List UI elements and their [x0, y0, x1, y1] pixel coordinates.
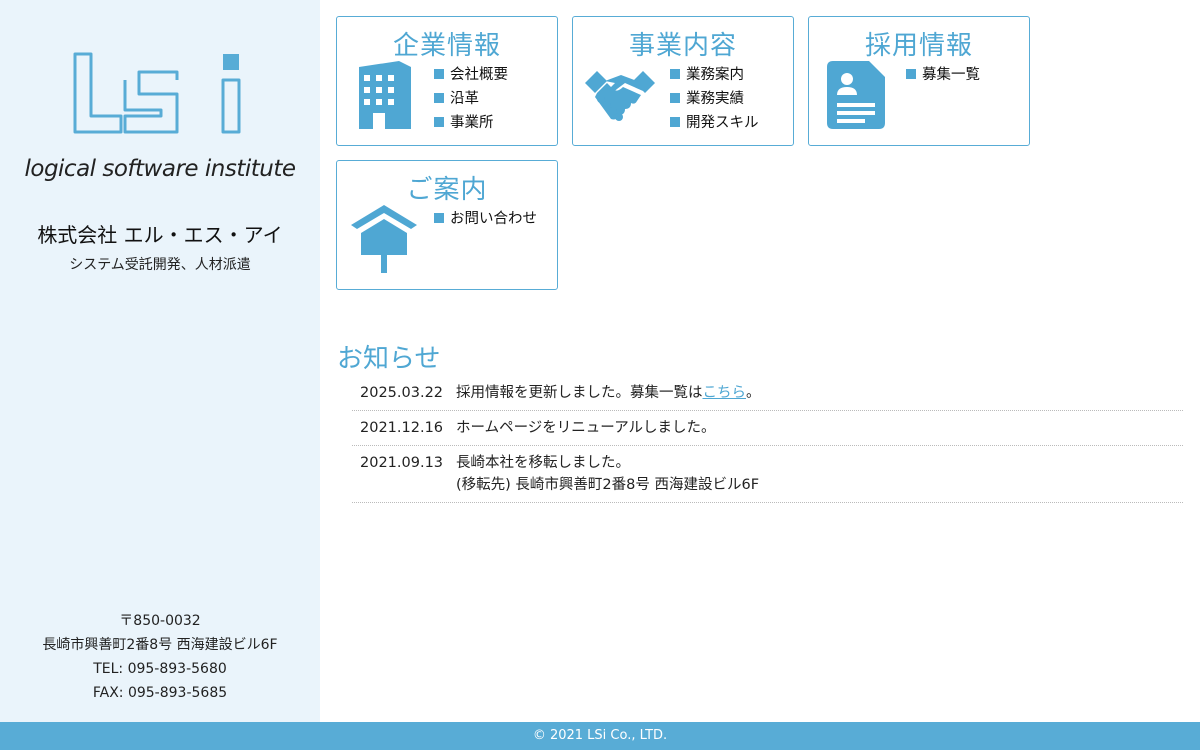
company-name: 株式会社 エル・エス・アイ [37, 223, 283, 247]
link-contact[interactable]: お問い合わせ [434, 207, 537, 231]
card-recruitment[interactable]: 採用情報 募集一覧 [808, 16, 1030, 146]
news-item: 2021.12.16 ホームページをリニューアルしました。 [352, 411, 1183, 446]
news-date: 2025.03.22 [360, 385, 444, 401]
building-icon [359, 61, 411, 129]
link-company-overview[interactable]: 会社概要 [434, 63, 508, 87]
link-history[interactable]: 沿革 [434, 87, 508, 111]
bullet-square-icon [670, 117, 680, 127]
bullet-square-icon [670, 69, 680, 79]
company-subtitle: システム受託開発、人材派遣 [69, 257, 251, 273]
link-job-openings[interactable]: 募集一覧 [906, 63, 980, 87]
card-guide[interactable]: ご案内 お問い合わせ [336, 160, 558, 290]
news-link-here[interactable]: こちら [703, 385, 747, 401]
news-date: 2021.12.16 [360, 420, 444, 436]
bullet-square-icon [434, 213, 444, 223]
news-date: 2021.09.13 [360, 455, 444, 471]
bullet-square-icon [434, 93, 444, 103]
link-achievements[interactable]: 業務実績 [670, 87, 759, 111]
news-item: 2021.09.13 長崎本社を移転しました。 (移転先) 長崎市興善町2番8号… [352, 446, 1183, 503]
signboard-icon [351, 205, 417, 273]
news-text: ホームページをリニューアルしました。 [456, 420, 716, 436]
bullet-square-icon [670, 93, 680, 103]
card-links: お問い合わせ [434, 207, 537, 231]
tel-number: TEL: 095-893-5680 [93, 661, 227, 677]
card-links: 会社概要 沿革 事業所 [434, 63, 508, 135]
news-text-line: (移転先) 長崎市興善町2番8号 西海建設ビル6F [456, 477, 760, 493]
bullet-square-icon [906, 69, 916, 79]
street-address: 長崎市興善町2番8号 西海建設ビル6F [42, 637, 278, 653]
document-icon [827, 61, 885, 129]
link-dev-skills[interactable]: 開発スキル [670, 111, 759, 135]
link-services[interactable]: 業務案内 [670, 63, 759, 87]
card-title[interactable]: 採用情報 [809, 25, 1029, 62]
fax-number: FAX: 095-893-5685 [92, 685, 228, 701]
bullet-square-icon [434, 117, 444, 127]
card-title[interactable]: 事業内容 [573, 25, 793, 62]
card-business[interactable]: 事業内容 業務案内 業務実績 開発スキル [572, 16, 794, 146]
tagline: logical software institute [24, 156, 296, 182]
postal-code: 〒850-0032 [119, 613, 201, 629]
card-company-info[interactable]: 企業情報 会社概要 沿革 事業所 [336, 16, 558, 146]
bullet-square-icon [434, 69, 444, 79]
copyright-text: © 2021 LSi Co., LTD. [532, 728, 668, 743]
card-links: 業務案内 業務実績 開発スキル [670, 63, 759, 135]
news-item: 2025.03.22 採用情報を更新しました。募集一覧はこちら。 [352, 376, 1183, 411]
news-text: 長崎本社を移転しました。 (移転先) 長崎市興善町2番8号 西海建設ビル6F [456, 452, 759, 496]
news-text: 採用情報を更新しました。募集一覧はこちら。 [456, 385, 761, 401]
link-offices[interactable]: 事業所 [434, 111, 508, 135]
lsi-logo[interactable] [73, 52, 243, 134]
company-address: 〒850-0032 長崎市興善町2番8号 西海建設ビル6F TEL: 095-8… [0, 609, 320, 705]
sidebar: logical software institute 株式会社 エル・エス・アイ… [0, 0, 320, 722]
news-text-line: 長崎本社を移転しました。 [456, 455, 630, 471]
news-list: 2025.03.22 採用情報を更新しました。募集一覧はこちら。 2021.12… [352, 376, 1183, 503]
footer: © 2021 LSi Co., LTD. [0, 722, 1200, 750]
card-title[interactable]: 企業情報 [337, 25, 557, 62]
news-heading: お知らせ [337, 344, 441, 374]
card-links: 募集一覧 [906, 63, 980, 87]
card-title[interactable]: ご案内 [337, 169, 557, 206]
handshake-icon [585, 71, 655, 121]
